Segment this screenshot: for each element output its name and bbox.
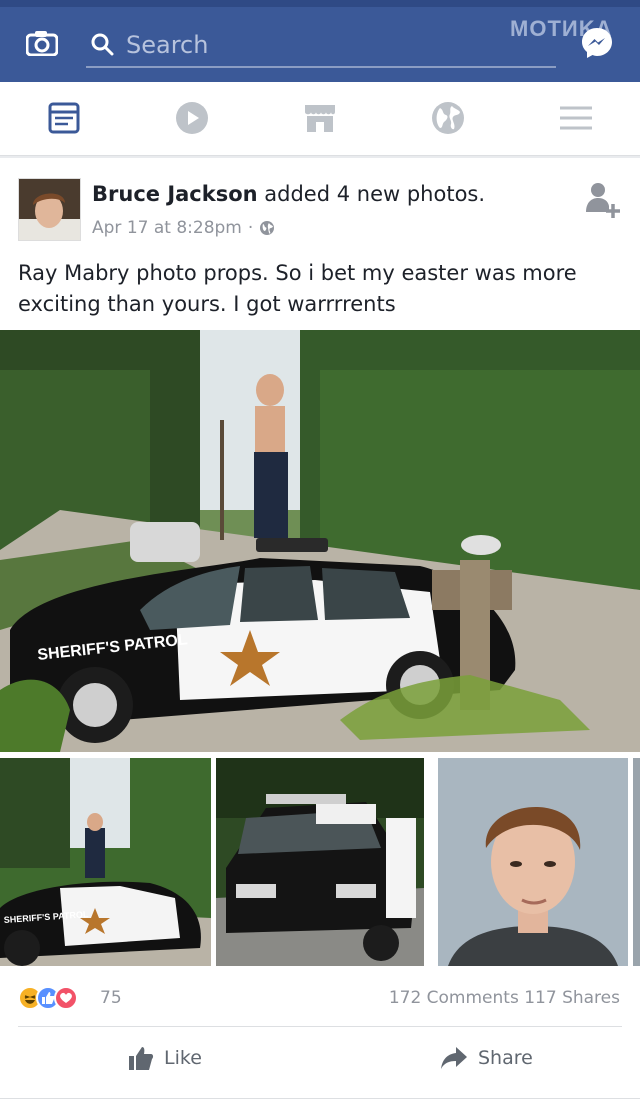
reaction-icons[interactable] (18, 986, 78, 1010)
search-bar[interactable] (86, 26, 556, 68)
reaction-count[interactable]: 75 (100, 988, 122, 1008)
post-header-line: Bruce Jackson added 4 new photos. (92, 182, 485, 206)
post-photo-main[interactable]: SHERIFF'S PATROL (0, 330, 640, 752)
search-icon (91, 33, 114, 56)
comment-share-counts: 172 Comments 117 Shares (389, 988, 620, 1008)
thumbnail-photo[interactable] (216, 758, 424, 966)
next-post-peek (0, 1098, 640, 1107)
messenger-icon[interactable] (580, 26, 614, 60)
thumbnail-photo[interactable] (438, 758, 628, 966)
like-button[interactable]: Like (128, 1038, 202, 1078)
shares-count[interactable]: 117 Shares (524, 988, 620, 1008)
post-action: added 4 new photos. (264, 182, 486, 206)
comments-count[interactable]: 172 Comments (389, 988, 519, 1008)
marketplace-icon[interactable] (302, 100, 338, 136)
globe-icon[interactable] (430, 100, 466, 136)
globe-icon (260, 221, 275, 235)
share-icon (441, 1047, 467, 1069)
post-card: Bruce Jackson added 4 new photos. Apr 17… (0, 158, 640, 1098)
meta-separator: · (247, 218, 254, 238)
news-feed-icon[interactable] (46, 100, 82, 136)
thumbnail-photo[interactable]: SHERIFF'S PATROL (0, 758, 211, 966)
status-strip (0, 0, 640, 7)
timestamp[interactable]: Apr 17 at 8:28pm (92, 218, 242, 238)
author-name[interactable]: Bruce Jackson (92, 182, 258, 206)
camera-icon[interactable] (26, 30, 58, 56)
video-icon[interactable] (174, 100, 210, 136)
love-icon (54, 986, 78, 1010)
post-text: Ray Mabry photo props. So i bet my easte… (18, 261, 577, 316)
thumbnail-photo[interactable] (633, 758, 640, 966)
avatar[interactable] (18, 178, 81, 241)
divider (18, 1026, 622, 1027)
menu-icon[interactable] (558, 100, 594, 136)
top-bar: MOTИKA (0, 0, 640, 82)
share-button[interactable]: Share (440, 1038, 533, 1078)
share-label: Share (478, 1047, 533, 1069)
photo-thumbnails: SHERIFF'S PATROL (0, 758, 640, 966)
nav-bar (0, 82, 640, 156)
add-friend-icon[interactable] (582, 180, 622, 220)
post-meta: Apr 17 at 8:28pm · (92, 218, 275, 238)
search-input[interactable] (126, 28, 546, 62)
like-label: Like (164, 1047, 202, 1069)
thumbs-up-icon (129, 1047, 154, 1070)
